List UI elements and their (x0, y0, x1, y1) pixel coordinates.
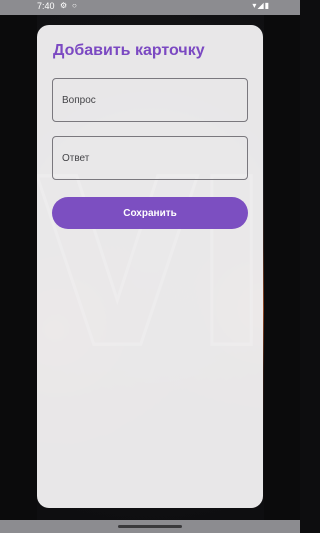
circle-icon: ○ (72, 1, 77, 10)
answer-input[interactable] (53, 137, 247, 179)
status-time: 7:40 (37, 1, 55, 11)
right-edge (264, 15, 300, 520)
save-button[interactable]: Сохранить (52, 197, 248, 229)
dialog-title: Добавить карточку (53, 42, 205, 59)
app-screen: VII 7:40 ⚙ ○ ▾◢▮ Добавить карточку Сохра… (0, 0, 300, 533)
status-bar: 7:40 ⚙ ○ ▾◢▮ (0, 0, 300, 15)
home-indicator[interactable] (118, 525, 182, 528)
question-input[interactable] (53, 79, 247, 121)
add-card-dialog: Добавить карточку Сохранить (37, 25, 263, 508)
question-field[interactable] (52, 78, 248, 122)
navigation-bar (0, 520, 300, 533)
signal-battery-icons: ▾◢▮ (252, 1, 270, 10)
answer-field[interactable] (52, 136, 248, 180)
left-edge (0, 15, 37, 520)
settings-icon: ⚙ (60, 1, 68, 10)
